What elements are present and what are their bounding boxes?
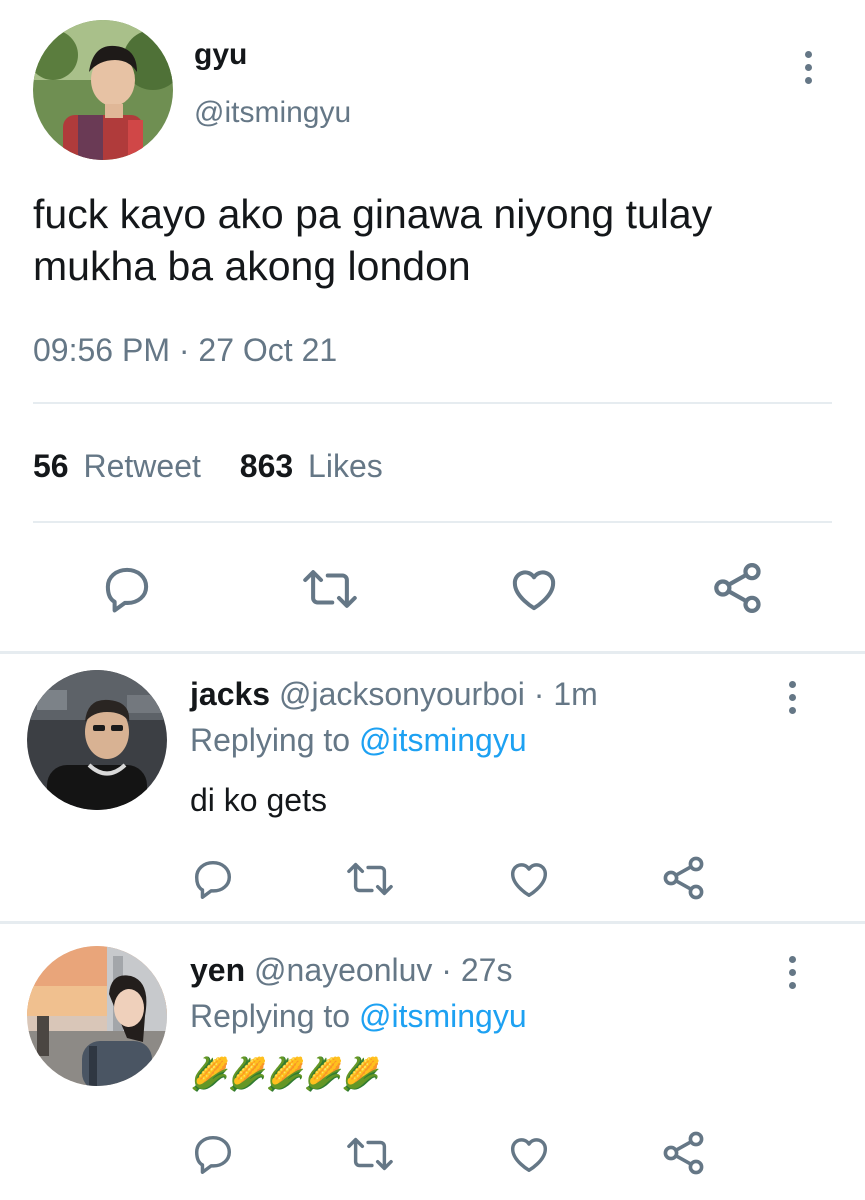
reply2-author-handle[interactable]: @nayeonluv [254, 952, 432, 988]
reply1-separator [0, 921, 865, 924]
reply1-retweet-icon[interactable] [344, 856, 396, 902]
retweet-icon[interactable] [300, 562, 360, 616]
main-more-icon[interactable] [802, 51, 814, 84]
reply1-share-icon[interactable] [660, 854, 708, 902]
reply2-replying-prefix: Replying to [190, 998, 351, 1034]
reply-icon[interactable] [100, 562, 154, 616]
reply2-avatar[interactable] [27, 946, 167, 1086]
reply1-header: jacks @jacksonyourboi · 1m [190, 674, 598, 714]
divider-top [33, 402, 832, 404]
main-tweet-text: fuck kayo ako pa ginawa niyong tulay muk… [33, 188, 833, 292]
reply2-share-icon[interactable] [660, 1129, 708, 1177]
reply1-text: di ko gets [190, 782, 327, 818]
reply2-replying: Replying to @itsmingyu [190, 996, 527, 1036]
reply1-avatar[interactable] [27, 670, 167, 810]
like-icon[interactable] [506, 562, 562, 616]
retweet-label[interactable]: Retweet [83, 448, 200, 484]
reply2-replying-to-link[interactable]: @itsmingyu [359, 998, 527, 1034]
reply2-author-name[interactable]: yen [190, 952, 245, 988]
main-tweet-text-line1: fuck kayo ako pa ginawa niyong tulay [33, 191, 713, 237]
main-separator [0, 651, 865, 654]
reply2-time[interactable]: · 27s [441, 952, 512, 988]
share-icon[interactable] [710, 560, 766, 616]
reply1-reply-icon[interactable] [190, 856, 236, 902]
main-timestamp[interactable]: 09:56 PM · 27 Oct 21 [33, 330, 337, 370]
divider-bottom [33, 521, 832, 523]
reply2-more-icon[interactable] [786, 956, 798, 989]
main-avatar[interactable] [33, 20, 173, 160]
reply1-more-icon[interactable] [786, 681, 798, 714]
reply2-reply-icon[interactable] [190, 1131, 236, 1177]
reply2-like-icon[interactable] [505, 1131, 553, 1177]
main-tweet-text-line2: mukha ba akong london [33, 243, 471, 289]
reply1-author-handle[interactable]: @jacksonyourboi [279, 676, 525, 712]
reply2-header: yen @nayeonluv · 27s [190, 950, 512, 990]
like-label[interactable]: Likes [308, 448, 383, 484]
main-author-handle[interactable]: @itsmingyu [194, 95, 351, 131]
reply2-retweet-icon[interactable] [344, 1131, 396, 1177]
reply1-time[interactable]: · 1m [534, 676, 598, 712]
retweet-count[interactable]: 56 [33, 448, 69, 484]
stats-row: 56 Retweet 863 Likes [33, 446, 383, 486]
reply1-replying-to-link[interactable]: @itsmingyu [359, 722, 527, 758]
reply1-replying: Replying to @itsmingyu [190, 720, 527, 760]
reply1-like-icon[interactable] [505, 856, 553, 902]
reply1-author-name[interactable]: jacks [190, 676, 270, 712]
reply2-text: 🌽🌽🌽🌽🌽 [190, 1056, 381, 1092]
like-count[interactable]: 863 [240, 448, 293, 484]
main-author-name[interactable]: gyu [194, 38, 247, 72]
reply1-replying-prefix: Replying to [190, 722, 351, 758]
